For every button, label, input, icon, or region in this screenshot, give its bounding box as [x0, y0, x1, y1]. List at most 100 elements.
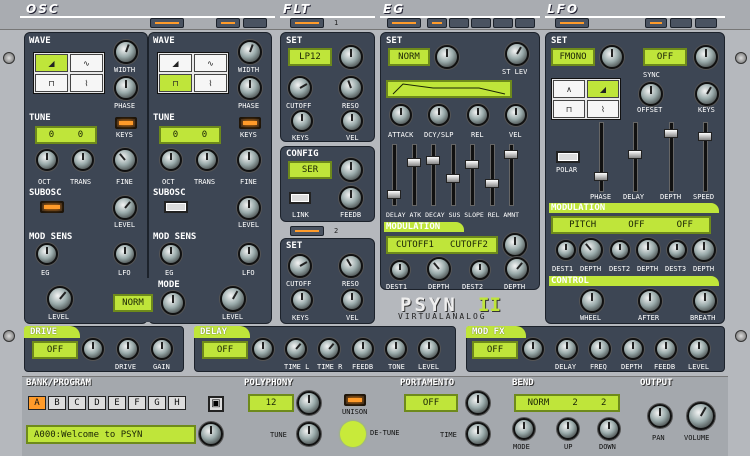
osc1-keys-led[interactable]	[115, 117, 137, 129]
bank-button-e[interactable]: E	[108, 396, 126, 410]
osc2-fine-knob[interactable]	[237, 148, 261, 172]
eg-fader-handle[interactable]	[387, 190, 401, 200]
lfo-wave-triangle-icon[interactable]: ∧	[553, 80, 585, 98]
flt1-cutoff-knob[interactable]	[288, 76, 312, 100]
osc1-level-knob[interactable]	[47, 286, 73, 312]
osc1-wave-sine-icon[interactable]: ∿	[70, 54, 103, 72]
lfo-wave-square-icon[interactable]: ⊓	[553, 100, 585, 118]
save-button[interactable]: ▣	[208, 396, 224, 412]
drive-display[interactable]: OFF	[32, 341, 78, 359]
lfo-fader-handle[interactable]	[594, 171, 608, 181]
eg-depth1-knob[interactable]	[427, 257, 451, 281]
lfo-fader-handle[interactable]	[664, 129, 678, 139]
delay-display[interactable]: OFF	[202, 341, 248, 359]
bank-button-c[interactable]: C	[68, 396, 86, 410]
lfo-fader-track[interactable]	[628, 122, 642, 192]
eg-fader-track[interactable]	[387, 144, 401, 206]
osc-tab-main[interactable]	[150, 18, 184, 28]
lfo-fader-track[interactable]	[594, 122, 608, 192]
osc1-fine-knob[interactable]	[113, 148, 137, 172]
delay-feedb-knob[interactable]	[352, 338, 374, 360]
modfx-delay-knob[interactable]	[556, 338, 578, 360]
flt1-reso-knob[interactable]	[339, 76, 363, 100]
unison-led[interactable]	[344, 394, 366, 406]
osc2-oct-knob[interactable]	[160, 149, 182, 171]
porta-time-knob[interactable]	[466, 422, 490, 446]
eg-fader-track[interactable]	[484, 144, 499, 206]
bank-button-f[interactable]: F	[128, 396, 146, 410]
lfo-tab-main[interactable]	[555, 18, 589, 28]
lfo-fader-handle[interactable]	[628, 150, 642, 160]
osc2-phase-knob[interactable]	[238, 76, 262, 100]
drive-gain-knob[interactable]	[151, 338, 173, 360]
lfo-dest2-knob[interactable]	[610, 240, 630, 260]
eg-dcy-knob[interactable]	[428, 104, 450, 126]
drive-select-knob[interactable]	[82, 338, 104, 360]
bend-mode-knob[interactable]	[513, 418, 535, 440]
eg-attack-knob[interactable]	[390, 104, 412, 126]
lfo-fader-handle[interactable]	[698, 132, 712, 142]
osc2-tune-display[interactable]: 00	[159, 126, 221, 144]
delay-select-knob[interactable]	[252, 338, 274, 360]
eg-fader-handle[interactable]	[445, 174, 460, 184]
poly-knob[interactable]	[297, 391, 321, 415]
lfo-depth1-knob[interactable]	[579, 238, 603, 262]
osc1-wave-noise-icon[interactable]: ⌇	[70, 74, 103, 92]
flt1-vel-knob[interactable]	[341, 110, 363, 132]
osc2-wave-saw-icon[interactable]: ◢	[159, 54, 192, 72]
modfx-depth-knob[interactable]	[622, 338, 644, 360]
poly-display[interactable]: 12	[248, 394, 294, 412]
config-knob[interactable]	[339, 158, 363, 182]
eg-tab-main[interactable]	[387, 18, 421, 28]
bend-down-knob[interactable]	[598, 418, 620, 440]
osc2-modsens-eg-knob[interactable]	[160, 243, 182, 265]
eg-tab-1[interactable]	[427, 18, 447, 28]
eg-tab-2[interactable]	[449, 18, 469, 28]
lfo-sync-display[interactable]: OFF	[643, 48, 687, 66]
modfx-feedb-knob[interactable]	[655, 338, 677, 360]
eg-tab-3[interactable]	[471, 18, 491, 28]
eg-tab-4[interactable]	[493, 18, 513, 28]
bank-button-a[interactable]: A	[28, 396, 46, 410]
lfo-fader-track[interactable]	[698, 122, 712, 192]
flt1-type-knob[interactable]	[339, 45, 363, 69]
eg-depth2-knob[interactable]	[505, 257, 529, 281]
lfo-polar-button[interactable]	[556, 151, 580, 163]
poly-tune-knob[interactable]	[297, 422, 321, 446]
modfx-display[interactable]: OFF	[472, 341, 518, 359]
eg-fader-track[interactable]	[406, 144, 421, 206]
flt1-keys-knob[interactable]	[291, 110, 313, 132]
osc1-modsens-eg-knob[interactable]	[36, 243, 58, 265]
eg-fader-handle[interactable]	[484, 179, 499, 189]
lfo-mode-knob[interactable]	[600, 45, 624, 69]
eg-vel-knob[interactable]	[505, 104, 527, 126]
eg-rel-knob[interactable]	[467, 104, 489, 126]
flt2-vel-knob[interactable]	[341, 289, 363, 311]
osc1-phase-knob[interactable]	[114, 76, 138, 100]
lfo-depth3-knob[interactable]	[692, 238, 716, 262]
modfx-freq-knob[interactable]	[589, 338, 611, 360]
osc1-oct-knob[interactable]	[36, 149, 58, 171]
flt2-reso-knob[interactable]	[339, 254, 363, 278]
config-display[interactable]: SER	[288, 161, 332, 179]
lfo-tab-2[interactable]	[670, 18, 692, 28]
eg-fader-track[interactable]	[426, 144, 440, 206]
eg-tab-a[interactable]	[515, 18, 535, 28]
flt1-type-display[interactable]: LP12	[288, 48, 332, 66]
lfo-mod-display[interactable]: PITCH OFF OFF	[551, 216, 711, 234]
osc-tab-3-4[interactable]	[243, 18, 267, 28]
osc1-wave-square-icon[interactable]: ⊓	[35, 74, 68, 92]
program-knob[interactable]	[199, 422, 223, 446]
lfo-keys-knob[interactable]	[695, 82, 719, 106]
osc-tab-1-2[interactable]	[216, 18, 240, 28]
lfo-fader-track[interactable]	[664, 122, 678, 192]
program-display[interactable]: A000:Welcome to PSYN	[26, 425, 196, 444]
volume-knob[interactable]	[687, 402, 715, 430]
osc2-level-knob[interactable]	[220, 286, 246, 312]
osc2-wave-square-icon[interactable]: ⊓	[159, 74, 192, 92]
bend-up-knob[interactable]	[557, 418, 579, 440]
osc1-tune-display[interactable]: 00	[35, 126, 97, 144]
modfx-select-knob[interactable]	[522, 338, 544, 360]
porta-display[interactable]: OFF	[404, 394, 458, 412]
bank-button-g[interactable]: G	[148, 396, 166, 410]
